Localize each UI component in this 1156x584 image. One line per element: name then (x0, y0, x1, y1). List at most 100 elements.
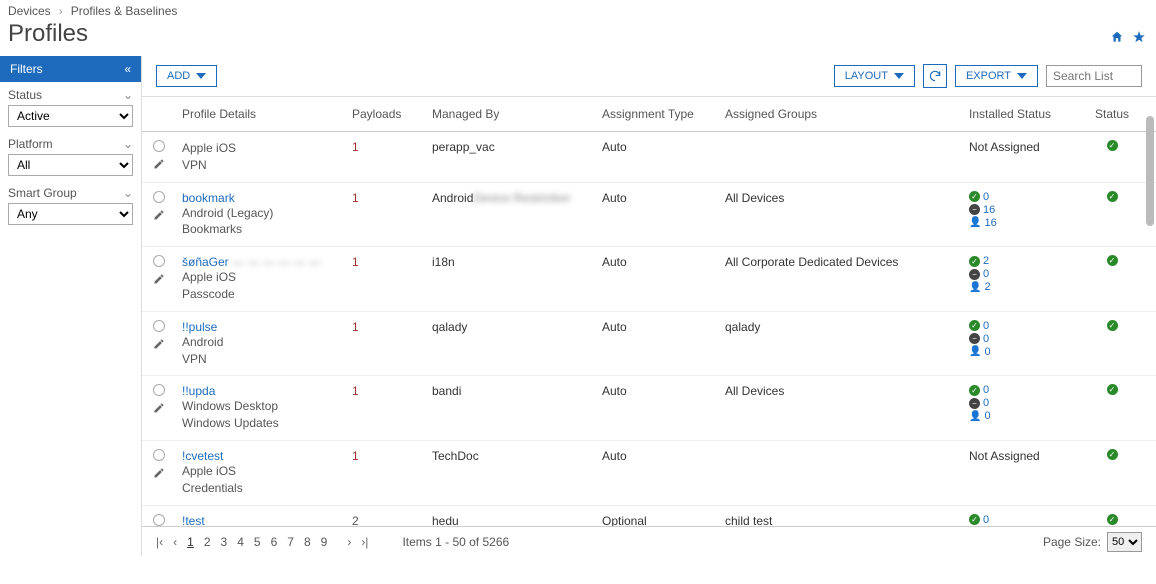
row-select-radio[interactable] (153, 320, 165, 332)
status-select[interactable]: Active (8, 105, 133, 127)
installed-ok-count[interactable]: 2 (983, 255, 989, 267)
col-installed-status[interactable]: Installed Status (963, 97, 1087, 131)
edit-icon[interactable] (153, 273, 165, 288)
check-circle-icon: ✓ (969, 256, 980, 267)
payloads-count: 1 (352, 449, 359, 463)
payloads-count: 1 (352, 320, 359, 334)
status-ok-icon: ✓ (1107, 449, 1118, 460)
profile-name-link[interactable]: !cvetest (182, 449, 223, 463)
edit-icon[interactable] (153, 402, 165, 417)
installed-ok-count[interactable]: 0 (983, 191, 989, 203)
row-select-radio[interactable] (153, 191, 165, 203)
col-payloads[interactable]: Payloads (346, 97, 426, 131)
installed-pending-count[interactable]: 0 (983, 268, 989, 280)
chevron-down-icon (894, 71, 904, 81)
filter-label-platform[interactable]: Platform ⌄ (8, 137, 133, 151)
minus-circle-icon: − (969, 204, 980, 215)
pager-page-2[interactable]: 2 (204, 535, 211, 549)
assigned-groups: All Corporate Dedicated Devices (725, 255, 898, 269)
row-select-radio[interactable] (153, 255, 165, 267)
star-icon[interactable] (1132, 30, 1146, 47)
pager-page-8[interactable]: 8 (304, 535, 311, 549)
payloads-count: 1 (352, 140, 359, 154)
breadcrumb-current[interactable]: Profiles & Baselines (71, 4, 178, 18)
filters-title: Filters (10, 62, 43, 76)
installed-status-text: Not Assigned (969, 449, 1040, 463)
pager: |‹ ‹ 123456789 › ›| Items 1 - 50 of 5266… (142, 526, 1156, 556)
assignment-type: Auto (602, 140, 627, 154)
refresh-button[interactable] (923, 64, 947, 88)
installed-pending-count[interactable]: 0 (983, 333, 989, 345)
search-input[interactable] (1046, 65, 1142, 87)
filters-header[interactable]: Filters « (0, 56, 141, 82)
row-select-radio[interactable] (153, 514, 165, 526)
row-select-radio[interactable] (153, 140, 165, 152)
pager-page-4[interactable]: 4 (237, 535, 244, 549)
col-status[interactable]: Status (1087, 97, 1137, 131)
pager-page-9[interactable]: 9 (321, 535, 328, 549)
installed-user-count[interactable]: 16 (984, 217, 996, 229)
breadcrumb-root[interactable]: Devices (8, 4, 51, 18)
table-row: šøñaGer — — — — — —Apple iOSPasscode1i18… (142, 247, 1156, 312)
assignment-type: Auto (602, 449, 627, 463)
installed-user-count[interactable]: 0 (984, 346, 990, 358)
pager-next[interactable]: › (347, 535, 351, 549)
minus-circle-icon: − (969, 398, 980, 409)
installed-user-count[interactable]: 0 (984, 410, 990, 422)
installed-ok-count[interactable]: 0 (983, 320, 989, 332)
platform-select[interactable]: All (8, 154, 133, 176)
profile-platform: Android (Legacy) (182, 205, 273, 222)
minus-circle-icon: − (969, 333, 980, 344)
edit-icon[interactable] (153, 158, 165, 173)
payloads-count: 1 (352, 255, 359, 269)
page-size-select[interactable]: 50 (1107, 532, 1142, 552)
pager-page-3[interactable]: 3 (221, 535, 228, 549)
installed-user-count[interactable]: 2 (984, 281, 990, 293)
edit-icon[interactable] (153, 467, 165, 482)
row-select-radio[interactable] (153, 384, 165, 396)
pager-prev[interactable]: ‹ (173, 535, 177, 549)
assigned-groups: All Devices (725, 384, 784, 398)
chevron-down-icon: ⌄ (123, 88, 133, 102)
assigned-groups: All Devices (725, 191, 784, 205)
profile-name-link[interactable]: !!upda (182, 384, 215, 398)
installed-pending-count[interactable]: 16 (983, 204, 995, 216)
filter-label-status[interactable]: Status ⌄ (8, 88, 133, 102)
col-assignment-type[interactable]: Assignment Type (596, 97, 719, 131)
profile-name-link[interactable]: !!pulse (182, 320, 217, 334)
layout-button[interactable]: LAYOUT (834, 65, 915, 87)
export-button[interactable]: EXPORT (955, 65, 1038, 87)
add-button[interactable]: ADD (156, 65, 217, 87)
col-managed-by[interactable]: Managed By (426, 97, 596, 131)
profile-name-link[interactable]: bookmark (182, 191, 235, 205)
blurred-text: — — — — — — (232, 255, 321, 269)
edit-icon[interactable] (153, 338, 165, 353)
installed-ok-count[interactable]: 0 (983, 514, 989, 526)
home-icon[interactable] (1110, 30, 1124, 47)
col-profile-details[interactable]: Profile Details (176, 97, 346, 131)
page-title: Profiles (8, 20, 1148, 48)
filter-label-smartgroup[interactable]: Smart Group ⌄ (8, 186, 133, 200)
profile-payload-type: Windows Updates (182, 415, 279, 432)
pager-page-5[interactable]: 5 (254, 535, 261, 549)
assignment-type: Auto (602, 255, 627, 269)
pager-page-6[interactable]: 6 (271, 535, 278, 549)
pager-page-7[interactable]: 7 (287, 535, 294, 549)
profile-payload-type: VPN (182, 351, 207, 368)
profile-name-link[interactable]: šøñaGer (182, 255, 229, 269)
profile-payload-type: Bookmarks (182, 221, 242, 238)
pager-info: Items 1 - 50 of 5266 (402, 535, 509, 549)
profile-payload-type: Credentials (182, 480, 243, 497)
col-assigned-groups[interactable]: Assigned Groups (719, 97, 963, 131)
pager-page-1[interactable]: 1 (187, 535, 194, 549)
installed-pending-count[interactable]: 0 (983, 397, 989, 409)
scrollbar[interactable] (1146, 116, 1154, 226)
row-select-radio[interactable] (153, 449, 165, 461)
installed-ok-count[interactable]: 0 (983, 384, 989, 396)
edit-icon[interactable] (153, 209, 165, 224)
collapse-icon[interactable]: « (124, 62, 131, 76)
smartgroup-select[interactable]: Any (8, 203, 133, 225)
pager-first[interactable]: |‹ (156, 535, 163, 549)
pager-last[interactable]: ›| (361, 535, 368, 549)
managed-by: qalady (432, 320, 467, 334)
